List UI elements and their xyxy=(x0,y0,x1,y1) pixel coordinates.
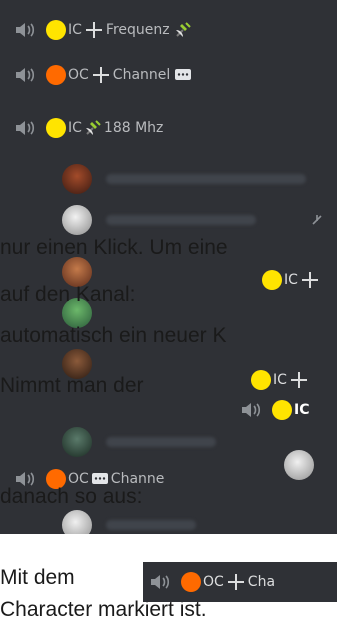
speaker-icon xyxy=(240,401,262,419)
channel-prefix: OC xyxy=(203,574,224,590)
voice-user[interactable] xyxy=(62,508,196,534)
overlay-oc-fragment: OC Cha xyxy=(143,562,337,602)
voice-channel-ic-188[interactable]: IC 188 Mhz xyxy=(14,115,163,141)
article-text-line: danach so aus: xyxy=(0,485,143,508)
avatar xyxy=(62,164,92,194)
overlay-avatar-fragment xyxy=(270,440,337,490)
username-blurred xyxy=(106,174,306,184)
avatar xyxy=(62,510,92,534)
oc-status-dot xyxy=(181,572,201,592)
speaker-icon xyxy=(149,573,171,591)
satellite-icon xyxy=(84,119,102,137)
ic-status-dot xyxy=(46,118,66,138)
plus-icon xyxy=(92,66,110,84)
article-text-line: Mit dem xyxy=(0,566,75,589)
voice-user[interactable] xyxy=(62,203,256,237)
plus-icon xyxy=(85,21,103,39)
channel-label: Cha xyxy=(247,574,276,590)
ic-status-dot xyxy=(262,270,282,290)
mute-icon xyxy=(310,213,324,227)
satellite-icon xyxy=(174,21,192,39)
channel-prefix: IC xyxy=(68,22,82,38)
channel-prefix: OC xyxy=(68,67,89,83)
oc-status-dot xyxy=(46,65,66,85)
avatar xyxy=(62,205,92,235)
avatar xyxy=(284,450,314,480)
article-text-line: Nimmt man der xyxy=(0,374,144,397)
ic-status-dot xyxy=(46,20,66,40)
channel-label: Channel xyxy=(112,67,171,83)
voice-user[interactable] xyxy=(62,162,306,196)
voice-user[interactable] xyxy=(62,425,216,459)
overlay-ic-fragment: IC xyxy=(232,392,337,428)
speaker-icon xyxy=(14,119,36,137)
voice-channel-ic-frequenz[interactable]: IC Frequenz xyxy=(14,17,192,43)
article-text-line: auf den Kanal: xyxy=(0,283,136,306)
article-text-line: automatisch ein neuer K xyxy=(0,324,227,347)
speaker-icon xyxy=(14,21,36,39)
avatar xyxy=(62,427,92,457)
plus-icon xyxy=(227,573,245,591)
username-blurred xyxy=(106,215,256,225)
ic-status-dot xyxy=(251,370,271,390)
channel-label: Frequenz xyxy=(105,22,170,38)
plus-icon xyxy=(290,371,308,389)
channel-prefix: IC xyxy=(284,272,298,288)
chat-icon xyxy=(174,66,192,84)
plus-icon xyxy=(301,271,319,289)
channel-label: 188 Mhz xyxy=(103,120,164,136)
channel-prefix: IC xyxy=(294,402,310,418)
article-text-line: nur einen Klick. Um eine xyxy=(0,236,228,259)
ic-status-dot xyxy=(272,400,292,420)
channel-prefix: IC xyxy=(273,372,287,388)
username-blurred xyxy=(106,437,216,447)
speaker-icon xyxy=(14,66,36,84)
username-blurred xyxy=(106,520,196,530)
overlay-ic-fragment: IC xyxy=(245,365,337,393)
overlay-ic-fragment: IC xyxy=(256,259,337,299)
voice-channel-oc-channel[interactable]: OC Channel xyxy=(14,62,192,88)
channel-prefix: IC xyxy=(68,120,82,136)
